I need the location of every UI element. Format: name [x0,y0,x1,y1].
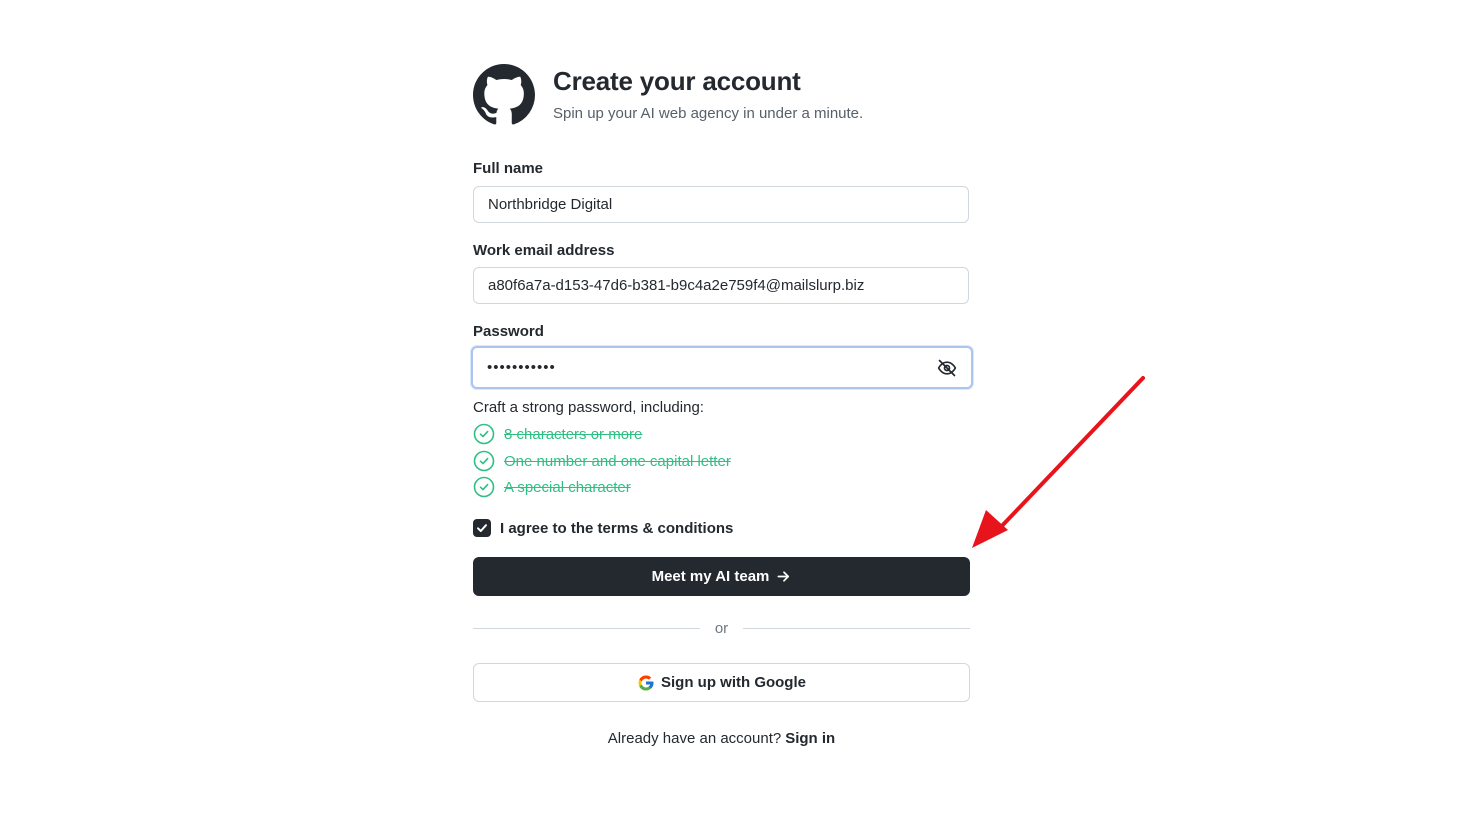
divider-line-left [473,628,700,629]
google-signup-label: Sign up with Google [661,674,806,691]
check-circle-icon [473,450,495,472]
full-name-label: Full name [473,160,544,177]
signup-header: Create your account Spin up your AI web … [473,64,863,126]
checkmark-icon [477,524,487,532]
meet-ai-team-label: Meet my AI team [651,568,770,585]
github-logo-icon [473,64,535,125]
password-rule-text: 8 characters or more [504,425,643,443]
divider-text: or [714,620,729,637]
email-value: a80f6a7a-d153-47d6-b381-b9c4a2e759f4@mai… [488,277,865,294]
password-masked-value: ••••••••••• [487,359,556,376]
password-label: Password [473,323,544,340]
annotation-arrow-head [972,510,1008,548]
divider-line-right [743,628,970,629]
google-signup-button[interactable]: Sign up with Google [473,663,970,702]
arrow-right-icon [777,571,790,582]
google-icon [638,675,654,690]
terms-label[interactable]: I agree to the terms & conditions [500,520,733,537]
email-label: Work email address [473,242,615,259]
eye-off-icon[interactable] [937,358,957,378]
password-rule: A special character [473,476,631,498]
terms-checkbox[interactable] [473,519,491,537]
terms-row[interactable]: I agree to the terms & conditions [473,519,733,537]
annotation-arrow-shaft [996,376,1145,532]
meet-ai-team-button[interactable]: Meet my AI team [473,557,970,596]
signin-prompt: Already have an account? Sign in [473,730,970,747]
signin-prompt-text: Already have an account? [607,730,782,747]
signin-link[interactable]: Sign in [785,730,835,747]
password-rule: 8 characters or more [473,423,642,445]
password-rule-text: One number and one capital letter [504,452,731,470]
or-divider: or [473,620,970,637]
email-input[interactable]: a80f6a7a-d153-47d6-b381-b9c4a2e759f4@mai… [473,267,969,304]
check-circle-icon [473,476,495,498]
header-text: Create your account Spin up your AI web … [553,64,863,122]
page-subtitle: Spin up your AI web agency in under a mi… [553,105,864,122]
full-name-input[interactable]: Northbridge Digital [473,186,969,223]
password-rule: One number and one capital letter [473,450,731,472]
password-hint-title: Craft a strong password, including: [473,399,704,416]
password-input[interactable]: ••••••••••• [471,346,973,389]
signup-page: Create your account Spin up your AI web … [0,0,1477,824]
page-title: Create your account [553,66,801,96]
check-circle-icon [473,423,495,445]
password-rule-text: A special character [504,478,631,496]
full-name-value: Northbridge Digital [488,196,613,213]
red-arrow-annotation [972,376,1145,548]
